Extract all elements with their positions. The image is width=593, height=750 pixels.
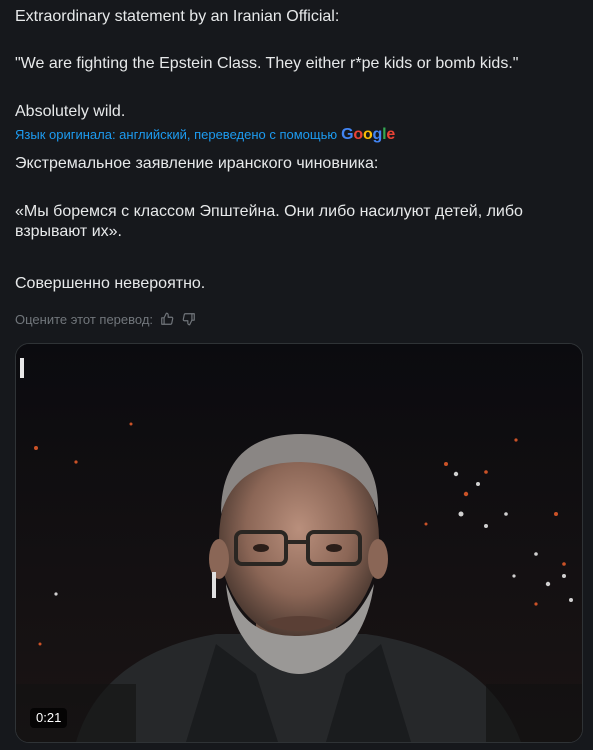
post-text-quote: "We are fighting the Epstein Class. They…: [15, 55, 519, 72]
thumbs-down-icon[interactable]: [181, 311, 197, 327]
thumbs-up-icon[interactable]: [159, 311, 175, 327]
post-text-line: Absolutely wild.: [15, 103, 126, 120]
google-logo: Google: [341, 126, 396, 143]
translated-text-line: Совершенно невероятно.: [15, 275, 206, 292]
video-duration-badge: 0:21: [30, 708, 68, 728]
post-text-line: Extraordinary statement by an Iranian Of…: [15, 8, 340, 25]
translation-note-text: Язык оригинала: английский, переведено с…: [15, 127, 338, 142]
rate-translation-label: Оцените этот перевод:: [15, 311, 154, 327]
rate-translation: Оцените этот перевод:: [15, 311, 197, 327]
translated-text-quote: «Мы боремся с классом Эпштейна. Они либо…: [15, 203, 528, 240]
video-player[interactable]: 0:21: [15, 343, 583, 743]
video-frame: [16, 344, 582, 742]
translation-attribution[interactable]: Язык оригинала: английский, переведено с…: [15, 127, 395, 143]
translated-text-line: Экстремальное заявление иранского чиновн…: [15, 155, 379, 172]
